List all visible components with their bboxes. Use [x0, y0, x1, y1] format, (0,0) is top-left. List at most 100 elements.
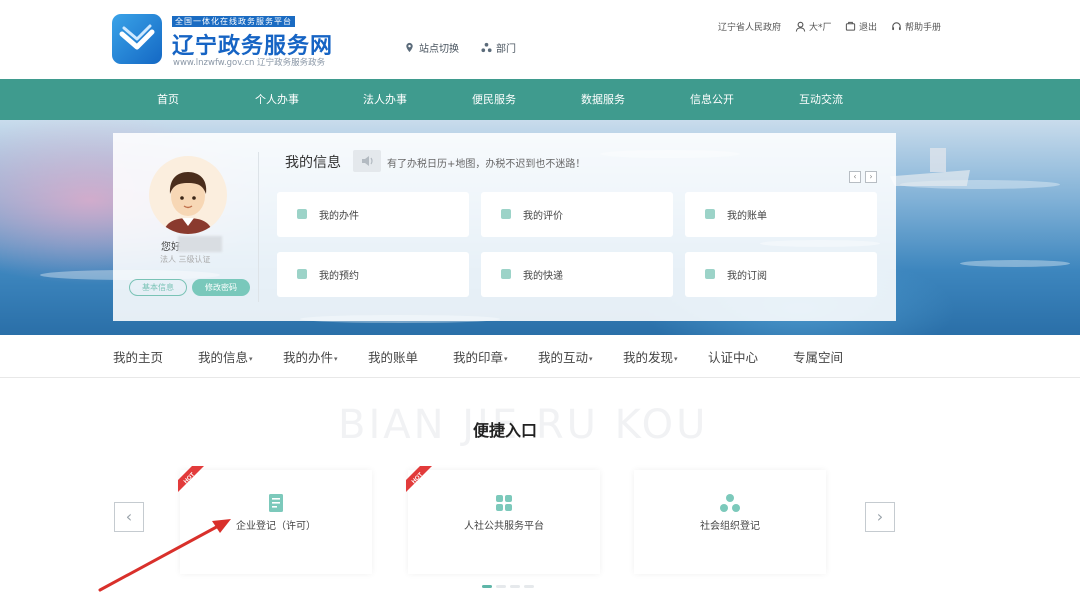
header: 全国一体化在线政务服务平台 辽宁政务服务网 www.lnzwfw.gov.cn …	[0, 0, 1080, 79]
basic-info-button[interactable]: 基本信息	[129, 279, 187, 296]
quick-entry-label: 社会组织登记	[700, 521, 760, 532]
nav-item-home[interactable]: 首页	[157, 79, 179, 120]
subnav-exclusive-space[interactable]: 专属空间	[793, 347, 843, 366]
subnav-label: 我的印章	[453, 350, 504, 365]
subnav-label: 认证中心	[708, 350, 759, 365]
help-link[interactable]: 帮助手册	[891, 20, 941, 33]
card-label: 我的订阅	[727, 271, 767, 282]
network-icon	[720, 494, 740, 512]
nav-item-disclosure[interactable]: 信息公开	[690, 79, 734, 120]
subnav-label: 我的发现	[623, 350, 674, 365]
hot-badge-icon: HOT	[406, 466, 432, 492]
subnav-label: 我的办件	[283, 350, 334, 365]
site-switch-link[interactable]: 站点切换	[404, 40, 459, 55]
subnav-cases[interactable]: 我的办件▾	[283, 347, 338, 366]
review-icon	[501, 209, 511, 219]
subnav-label: 我的信息	[198, 350, 249, 365]
logo-tagline: 全国一体化在线政务服务平台	[172, 16, 295, 27]
card-label: 我的账单	[727, 211, 767, 222]
site-switch-label: 站点切换	[419, 44, 459, 55]
carousel-dot[interactable]	[510, 585, 520, 588]
headset-icon	[892, 22, 901, 31]
puzzle-icon	[496, 495, 512, 511]
subscription-icon	[705, 269, 715, 279]
user-icon	[795, 21, 806, 32]
delivery-icon	[501, 269, 511, 279]
subnav-label: 我的主页	[113, 350, 164, 365]
user-subnav: 我的主页 我的信息▾ 我的办件▾ 我的账单 我的印章▾ 我的互动▾ 我的发现▾ …	[0, 335, 1080, 378]
redacted-username	[178, 236, 222, 252]
card-my-cases[interactable]: 我的办件	[277, 192, 469, 237]
department-icon	[481, 42, 492, 53]
carousel-pagination	[482, 585, 534, 588]
card-label: 我的预约	[319, 271, 359, 282]
caret-down-icon: ▾	[249, 354, 253, 363]
document-icon	[269, 494, 283, 512]
quick-entry-social-org-registration[interactable]: 社会组织登记	[634, 470, 826, 574]
caret-down-icon: ▾	[589, 354, 593, 363]
folder-icon	[297, 209, 307, 219]
avatar[interactable]	[149, 156, 227, 234]
quick-entry-title: 便捷入口	[473, 421, 538, 440]
site-url: www.lnzwfw.gov.cn 辽宁政务服务政务	[173, 58, 326, 68]
card-my-bills[interactable]: 我的账单	[685, 192, 877, 237]
card-label: 我的办件	[319, 211, 359, 222]
gov-link[interactable]: 辽宁省人民政府	[718, 20, 781, 33]
nav-item-data[interactable]: 数据服务	[581, 79, 625, 120]
carousel-next-button[interactable]: ›	[865, 502, 895, 532]
subnav-home[interactable]: 我的主页	[113, 347, 163, 366]
chevron-left-icon: ‹	[853, 172, 857, 181]
carousel-dot[interactable]	[496, 585, 506, 588]
subnav-auth-center[interactable]: 认证中心	[708, 347, 758, 366]
carousel-dot[interactable]	[524, 585, 534, 588]
user-menu[interactable]: 大*厂	[795, 20, 832, 33]
location-icon	[406, 42, 413, 53]
notice-text: 有了办税日历+地图，办税不迟到也不迷路！	[387, 159, 586, 170]
auth-level-text: 法人 三级认证	[160, 255, 211, 264]
main-nav: 首页 个人办事 法人办事 便民服务 数据服务 信息公开 互动交流	[0, 79, 1080, 120]
subnav-label: 专属空间	[793, 350, 844, 365]
subnav-info[interactable]: 我的信息▾	[198, 347, 253, 366]
chevron-left-icon: ‹	[125, 507, 133, 526]
subnav-interaction[interactable]: 我的互动▾	[538, 347, 593, 366]
logout-label: 退出	[859, 23, 878, 33]
user-name: 大*厂	[809, 23, 832, 33]
calendar-icon	[297, 269, 307, 279]
nav-item-interaction[interactable]: 互动交流	[799, 79, 843, 120]
prev-notice-button[interactable]: ‹	[849, 171, 861, 183]
caret-down-icon: ▾	[674, 354, 678, 363]
card-my-reviews[interactable]: 我的评价	[481, 192, 673, 237]
subnav-seals[interactable]: 我的印章▾	[453, 347, 508, 366]
gov-link-label: 辽宁省人民政府	[718, 23, 782, 33]
card-my-subscriptions[interactable]: 我的订阅	[685, 252, 877, 297]
carousel-dot-active[interactable]	[482, 585, 492, 588]
card-label: 我的快递	[523, 271, 563, 282]
subnav-label: 我的账单	[368, 350, 419, 365]
nav-item-legal[interactable]: 法人办事	[363, 79, 407, 120]
bill-icon	[705, 209, 715, 219]
card-my-deliveries[interactable]: 我的快递	[481, 252, 673, 297]
subnav-label: 我的互动	[538, 350, 589, 365]
panel-divider	[258, 152, 259, 302]
department-link[interactable]: 部门	[481, 40, 516, 55]
card-label: 我的评价	[523, 211, 563, 222]
quick-entry-label: 人社公共服务平台	[464, 521, 544, 532]
card-my-appointments[interactable]: 我的预约	[277, 252, 469, 297]
caret-down-icon: ▾	[504, 354, 508, 363]
nav-item-convenience[interactable]: 便民服务	[472, 79, 516, 120]
change-password-button[interactable]: 修改密码	[192, 279, 250, 296]
ship-illustration	[930, 148, 946, 172]
subnav-bills[interactable]: 我的账单	[368, 347, 418, 366]
subnav-discover[interactable]: 我的发现▾	[623, 347, 678, 366]
next-notice-button[interactable]: ›	[865, 171, 877, 183]
department-label: 部门	[496, 44, 516, 55]
logout-icon	[845, 21, 856, 31]
my-info-title: 我的信息	[285, 155, 341, 171]
carousel-prev-button[interactable]: ‹	[114, 502, 144, 532]
chevron-right-icon: ›	[869, 172, 873, 181]
caret-down-icon: ▾	[334, 354, 338, 363]
logout-button[interactable]: 退出	[845, 20, 877, 33]
nav-item-personal[interactable]: 个人办事	[255, 79, 299, 120]
speaker-icon	[353, 150, 381, 172]
site-logo-icon[interactable]	[112, 14, 162, 64]
